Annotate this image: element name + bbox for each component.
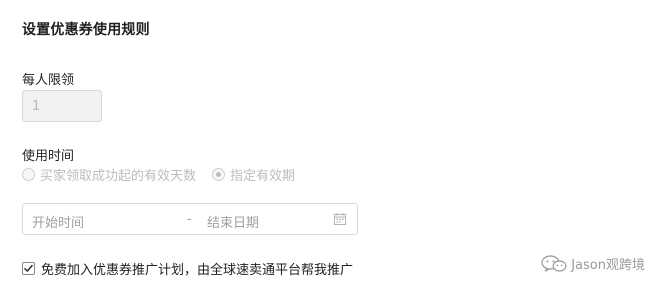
end-date-input[interactable]: 结束日期: [207, 212, 259, 231]
watermark-text: Jason观跨境: [571, 258, 645, 273]
radio-unchecked-icon: [22, 167, 35, 181]
wechat-icon: [541, 254, 567, 272]
promotion-plan-checkbox[interactable]: 免费加入优惠券推广计划，由全球速卖通平台帮我推广: [22, 259, 353, 278]
radio-specified-period[interactable]: 指定有效期: [212, 165, 295, 184]
promotion-plan-label: 免费加入优惠券推广计划，由全球速卖通平台帮我推广: [41, 263, 354, 278]
calendar-icon[interactable]: [334, 213, 346, 225]
radio-specified-period-label: 指定有效期: [230, 168, 296, 184]
usage-time-radio-group: 买家领取成功起的有效天数 指定有效期: [22, 165, 311, 184]
per-person-limit-label: 每人限领: [22, 73, 75, 88]
usage-time-label: 使用时间: [22, 149, 75, 164]
radio-valid-days[interactable]: 买家领取成功起的有效天数: [22, 165, 196, 184]
section-title: 设置优惠券使用规则: [22, 22, 150, 38]
wechat-watermark: Jason观跨境: [541, 254, 645, 273]
date-range-separator: -: [187, 212, 192, 227]
checkbox-checked-icon: [22, 262, 35, 275]
date-range-picker[interactable]: 开始时间 - 结束日期: [22, 203, 358, 235]
radio-valid-days-label: 买家领取成功起的有效天数: [40, 168, 197, 184]
radio-checked-icon: [212, 167, 226, 181]
per-person-limit-input[interactable]: [22, 90, 102, 122]
start-date-input[interactable]: 开始时间: [32, 212, 84, 231]
